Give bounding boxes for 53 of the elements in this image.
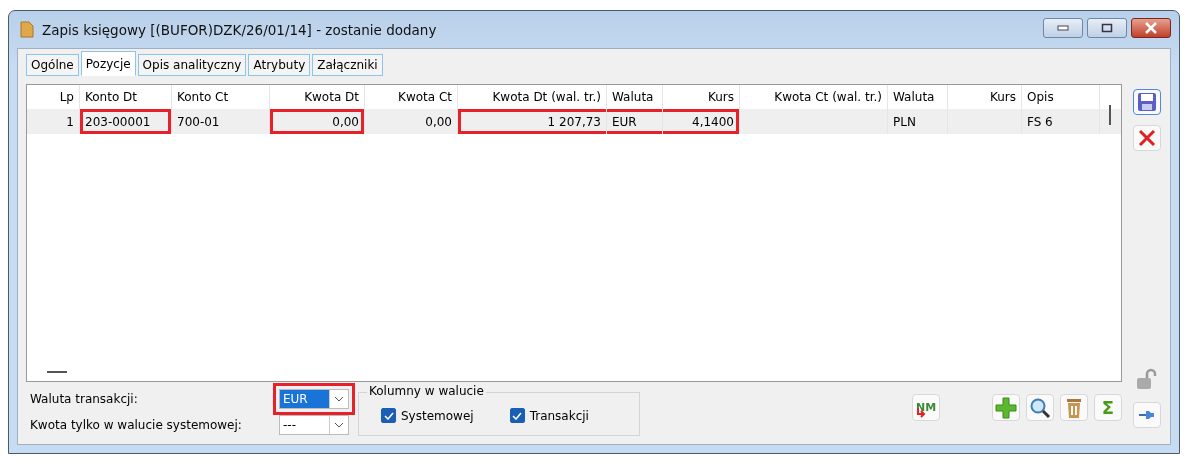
checkbox-option[interactable]: Systemowej — [381, 408, 474, 423]
save-icon — [1137, 92, 1157, 112]
table-cell: EUR — [607, 109, 663, 134]
delete-button[interactable] — [1060, 394, 1088, 421]
checkbox-option[interactable]: Transakcji — [509, 408, 589, 423]
table-cell: 1 — [27, 109, 80, 134]
table-cell: FS 6 — [1022, 109, 1100, 134]
tab[interactable]: Pozycje — [80, 51, 136, 76]
document-icon — [20, 21, 34, 38]
close-icon — [1138, 129, 1156, 147]
checkbox[interactable] — [381, 408, 396, 423]
table-cell: 0,00 — [365, 109, 458, 134]
group-title: Kolumny w walucie — [367, 384, 486, 398]
tab[interactable]: Ogólne — [26, 54, 79, 76]
close-button[interactable] — [1131, 17, 1171, 38]
maximize-button[interactable] — [1087, 17, 1127, 38]
dropdown-field[interactable]: --- — [279, 415, 349, 435]
table-cell: 203-00001 — [80, 109, 172, 134]
pin-button[interactable] — [1133, 402, 1161, 428]
cancel-button[interactable] — [1133, 125, 1161, 151]
tab[interactable]: Opis analityczny — [137, 54, 247, 76]
save-button[interactable] — [1133, 89, 1161, 115]
scroll-thumb[interactable] — [1109, 105, 1111, 125]
column-header[interactable]: Kwota Dt — [270, 85, 365, 109]
table-cell: 1 207,73 — [458, 109, 607, 134]
checkbox[interactable] — [509, 408, 525, 423]
table-cell: 4,1400 — [663, 109, 740, 134]
search-icon — [1029, 396, 1051, 419]
plus-icon — [995, 396, 1017, 419]
tab[interactable]: Atrybuty — [248, 54, 311, 76]
table-cell: 0,00 — [270, 109, 365, 134]
table-row[interactable]: 1 203-00001 700-01 0,00 0,00 1 207,73 EUR 4,1400 PLN FS 6 — [27, 109, 1121, 134]
column-header[interactable]: Waluta — [607, 85, 663, 109]
field-label: Kwota tylko w walucie systemowej: — [29, 418, 243, 432]
maximize-icon — [1101, 22, 1113, 33]
table-cell: 700-01 — [172, 109, 270, 134]
column-header[interactable]: Konto Dt — [80, 85, 172, 109]
add-button[interactable] — [992, 394, 1020, 421]
window-title: Zapis księgowy [(BUFOR)DZK/26/01/14] - zostanie dodany — [42, 21, 437, 38]
column-header[interactable]: Kurs — [663, 85, 740, 109]
search-button[interactable] — [1026, 394, 1054, 421]
chevron-down-icon — [334, 422, 344, 428]
table-cell: PLN — [888, 109, 948, 134]
field-label: Waluta transakcji: — [29, 392, 139, 406]
tab[interactable]: Załączniki — [312, 54, 383, 76]
column-header[interactable]: Kwota Dt (wal. tr.) — [458, 85, 607, 109]
trash-icon — [1065, 396, 1083, 419]
close-icon — [1144, 21, 1158, 34]
dropdown-field[interactable]: EUR — [279, 389, 349, 409]
pin-icon — [1138, 409, 1156, 421]
minimize-icon — [1057, 24, 1069, 31]
chevron-down-icon — [334, 396, 344, 402]
scroll-thumb[interactable] — [47, 371, 67, 373]
